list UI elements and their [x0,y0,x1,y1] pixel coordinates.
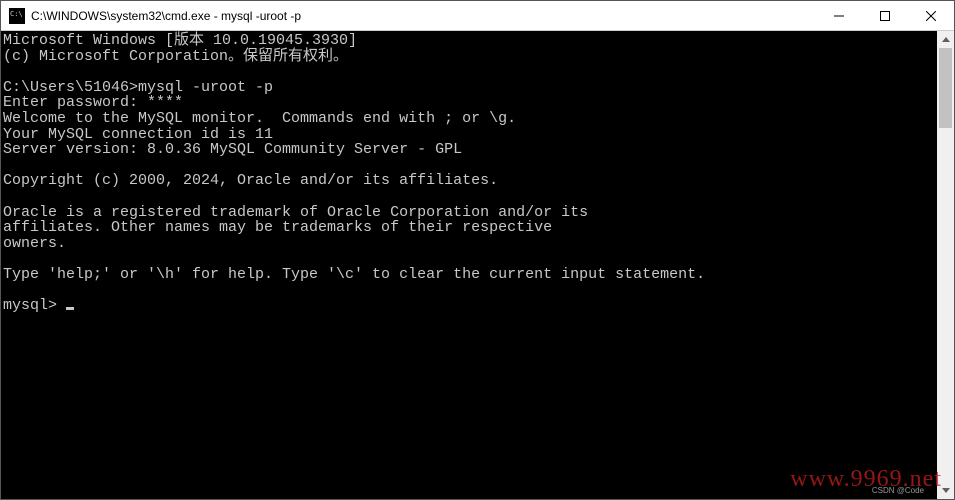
chevron-down-icon [942,488,950,493]
close-button[interactable] [908,1,954,31]
cmd-icon [9,8,25,24]
window-title: C:\WINDOWS\system32\cmd.exe - mysql -uro… [31,9,301,23]
scrollbar-track[interactable] [937,48,954,482]
close-icon [926,11,936,21]
scroll-up-button[interactable] [937,31,954,48]
minimize-icon [834,11,844,21]
vertical-scrollbar[interactable] [937,31,954,499]
scrollbar-thumb[interactable] [939,48,952,128]
minimize-button[interactable] [816,1,862,31]
mysql-prompt: mysql> [3,297,66,314]
terminal-area: Microsoft Windows [版本 10.0.19045.3930] (… [1,31,954,499]
terminal-output[interactable]: Microsoft Windows [版本 10.0.19045.3930] (… [1,31,937,499]
maximize-button[interactable] [862,1,908,31]
scroll-down-button[interactable] [937,482,954,499]
cmd-window: C:\WINDOWS\system32\cmd.exe - mysql -uro… [0,0,955,500]
chevron-up-icon [942,37,950,42]
titlebar[interactable]: C:\WINDOWS\system32\cmd.exe - mysql -uro… [1,1,954,31]
maximize-icon [880,11,890,21]
terminal-cursor [66,307,74,310]
